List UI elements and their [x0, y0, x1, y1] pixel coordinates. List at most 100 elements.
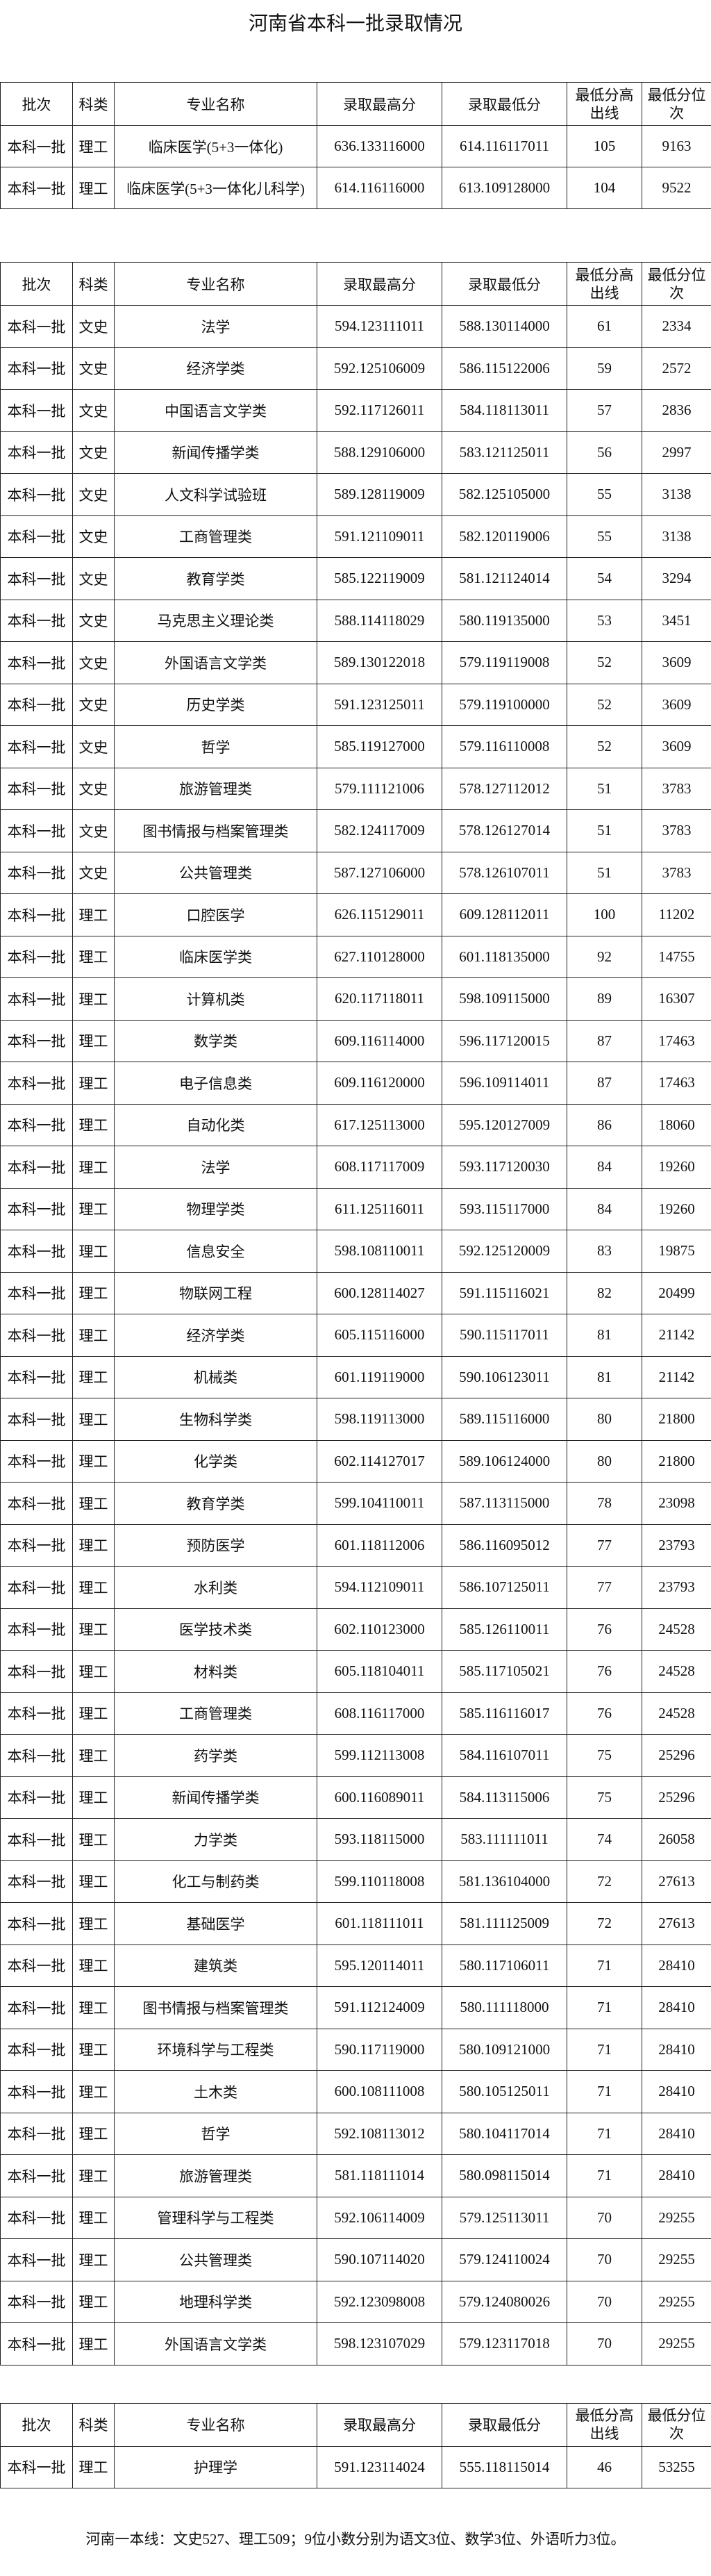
table-body: 本科一批 文史 法学 594.123111011 588.130114000 61 2334…	[0, 305, 711, 2366]
cell-category: 理工	[72, 1986, 115, 2029]
cell-batch: 本科一批	[0, 1566, 73, 1609]
cell-above-line: 71	[567, 2112, 642, 2155]
table-row: 本科一批 理工 生物科学类 598.119113000 589.115116000 80 2…	[0, 1398, 711, 1441]
cell-category: 理工	[72, 2112, 115, 2155]
cell-batch: 本科一批	[0, 1146, 73, 1189]
cell-batch: 本科一批	[0, 1944, 73, 1987]
cell-min-score: 580.104117014	[442, 2112, 567, 2155]
cell-category: 理工	[72, 1187, 115, 1230]
cell-major: 工商管理类	[114, 515, 317, 558]
cell-major: 新闻传播学类	[114, 431, 317, 474]
cell-max-score: 600.128114027	[317, 1271, 442, 1314]
cell-max-score: 579.111121006	[317, 767, 442, 810]
table-row: 本科一批 理工 新闻传播学类 600.116089011 584.113115006 75…	[0, 1776, 711, 1819]
cell-min-score: 584.116107011	[442, 1734, 567, 1777]
cell-major: 信息安全	[114, 1230, 317, 1273]
cell-max-score: 601.119119000	[317, 1355, 442, 1398]
cell-min-rank: 17463	[642, 1062, 711, 1105]
cell-max-score: 599.112113008	[317, 1734, 442, 1777]
cell-major: 地理科学类	[114, 2280, 317, 2323]
table-row: 本科一批 理工 力学类 593.118115000 583.111111011 74 260…	[0, 1818, 711, 1861]
cell-major: 新闻传播学类	[114, 1776, 317, 1819]
cell-min-rank: 2572	[642, 347, 711, 390]
cell-category: 理工	[72, 2028, 115, 2071]
cell-above-line: 70	[567, 2238, 642, 2281]
table-row: 本科一批 理工 机械类 601.119119000 590.106123011 81 211…	[0, 1355, 711, 1398]
cell-above-line: 77	[567, 1524, 642, 1567]
header-min-score: 录取最低分	[442, 262, 567, 306]
table-row: 本科一批 理工 环境科学与工程类 590.117119000 580.109121000…	[0, 2028, 711, 2071]
cell-min-score: 593.117120030	[442, 1146, 567, 1189]
cell-min-rank: 2836	[642, 389, 711, 432]
table-row: 本科一批 文史 旅游管理类 579.111121006 578.127112012 51 3…	[0, 767, 711, 810]
cell-category: 理工	[72, 1062, 115, 1105]
cell-above-line: 72	[567, 1902, 642, 1945]
cell-major: 马克思主义理论类	[114, 599, 317, 642]
cell-min-rank: 3138	[642, 473, 711, 516]
cell-major: 旅游管理类	[114, 2154, 317, 2197]
cell-major: 公共管理类	[114, 851, 317, 894]
cell-major: 经济学类	[114, 1314, 317, 1357]
header-category: 科类	[72, 2402, 115, 2447]
cell-major: 化学类	[114, 1439, 317, 1483]
cell-max-score: 594.123111011	[317, 305, 442, 348]
cell-category: 理工	[72, 2280, 115, 2323]
admission-table-nursing: 批次 科类 专业名称 录取最高分 录取最低分 最低分高出线 最低分位次 本科一批…	[0, 2402, 711, 2489]
cell-category: 理工	[72, 1398, 115, 1441]
cell-batch: 本科一批	[0, 767, 73, 810]
cell-max-score: 591.112124009	[317, 1986, 442, 2029]
cell-above-line: 76	[567, 1608, 642, 1651]
cell-category: 理工	[72, 1608, 115, 1651]
cell-above-line: 76	[567, 1650, 642, 1693]
cell-batch: 本科一批	[0, 1314, 73, 1357]
cell-category: 文史	[72, 473, 115, 516]
cell-min-score: 582.125105000	[442, 473, 567, 516]
cell-above-line: 71	[567, 2070, 642, 2113]
cell-above-line: 59	[567, 347, 642, 390]
cell-above-line: 61	[567, 305, 642, 348]
cell-major: 生物科学类	[114, 1398, 317, 1441]
cell-major: 水利类	[114, 1566, 317, 1609]
cell-min-rank: 20499	[642, 1271, 711, 1314]
cell-max-score: 588.129106000	[317, 431, 442, 474]
cell-max-score: 591.123125011	[317, 683, 442, 726]
cell-above-line: 75	[567, 1734, 642, 1777]
table-row: 本科一批 理工 计算机类 620.117118011 598.109115000 89 16…	[0, 977, 711, 1021]
cell-category: 理工	[72, 167, 115, 209]
cell-min-score: 614.116117011	[442, 125, 567, 167]
cell-max-score: 585.119127000	[317, 725, 442, 768]
cell-min-score: 586.116095012	[442, 1524, 567, 1567]
cell-category: 理工	[72, 2070, 115, 2113]
cell-major: 临床医学(5+3一体化儿科学)	[114, 167, 317, 209]
table-row: 本科一批 理工 临床医学(5+3一体化) 636.133116000 614.11611…	[0, 125, 711, 167]
cell-category: 理工	[72, 1271, 115, 1314]
cell-max-score: 601.118111011	[317, 1902, 442, 1945]
cell-major: 物联网工程	[114, 1271, 317, 1314]
table-row: 本科一批 文史 公共管理类 587.127106000 578.126107011 51 3…	[0, 851, 711, 894]
cell-category: 理工	[72, 1103, 115, 1146]
table-row: 本科一批 理工 公共管理类 590.107114020 579.124110024 70 2…	[0, 2238, 711, 2281]
cell-category: 理工	[72, 2196, 115, 2239]
cell-max-score: 608.116117000	[317, 1692, 442, 1735]
cell-min-score: 580.098115014	[442, 2154, 567, 2197]
cell-max-score: 609.116120000	[317, 1062, 442, 1105]
table-row: 本科一批 理工 建筑类 595.120114011 580.117106011 71 284…	[0, 1944, 711, 1987]
cell-batch: 本科一批	[0, 1398, 73, 1441]
cell-category: 文史	[72, 599, 115, 642]
cell-min-rank: 28410	[642, 2028, 711, 2071]
admission-table-main: 批次 科类 专业名称 录取最高分 录取最低分 最低分高出线 最低分位次 本科一批…	[0, 262, 711, 2366]
cell-min-rank: 24528	[642, 1608, 711, 1651]
cell-batch: 本科一批	[0, 389, 73, 432]
cell-above-line: 87	[567, 1019, 642, 1062]
table-row: 本科一批 理工 数学类 609.116114000 596.117120015 87 174…	[0, 1019, 711, 1062]
cell-major: 物理学类	[114, 1187, 317, 1230]
table-row: 本科一批 理工 临床医学类 627.110128000 601.118135000 92 1…	[0, 935, 711, 978]
cell-category: 理工	[72, 1902, 115, 1945]
cell-min-score: 613.109128000	[442, 167, 567, 209]
cell-max-score: 581.118111014	[317, 2154, 442, 2197]
cell-min-score: 579.124080026	[442, 2280, 567, 2323]
cell-above-line: 54	[567, 557, 642, 600]
cell-batch: 本科一批	[0, 893, 73, 936]
